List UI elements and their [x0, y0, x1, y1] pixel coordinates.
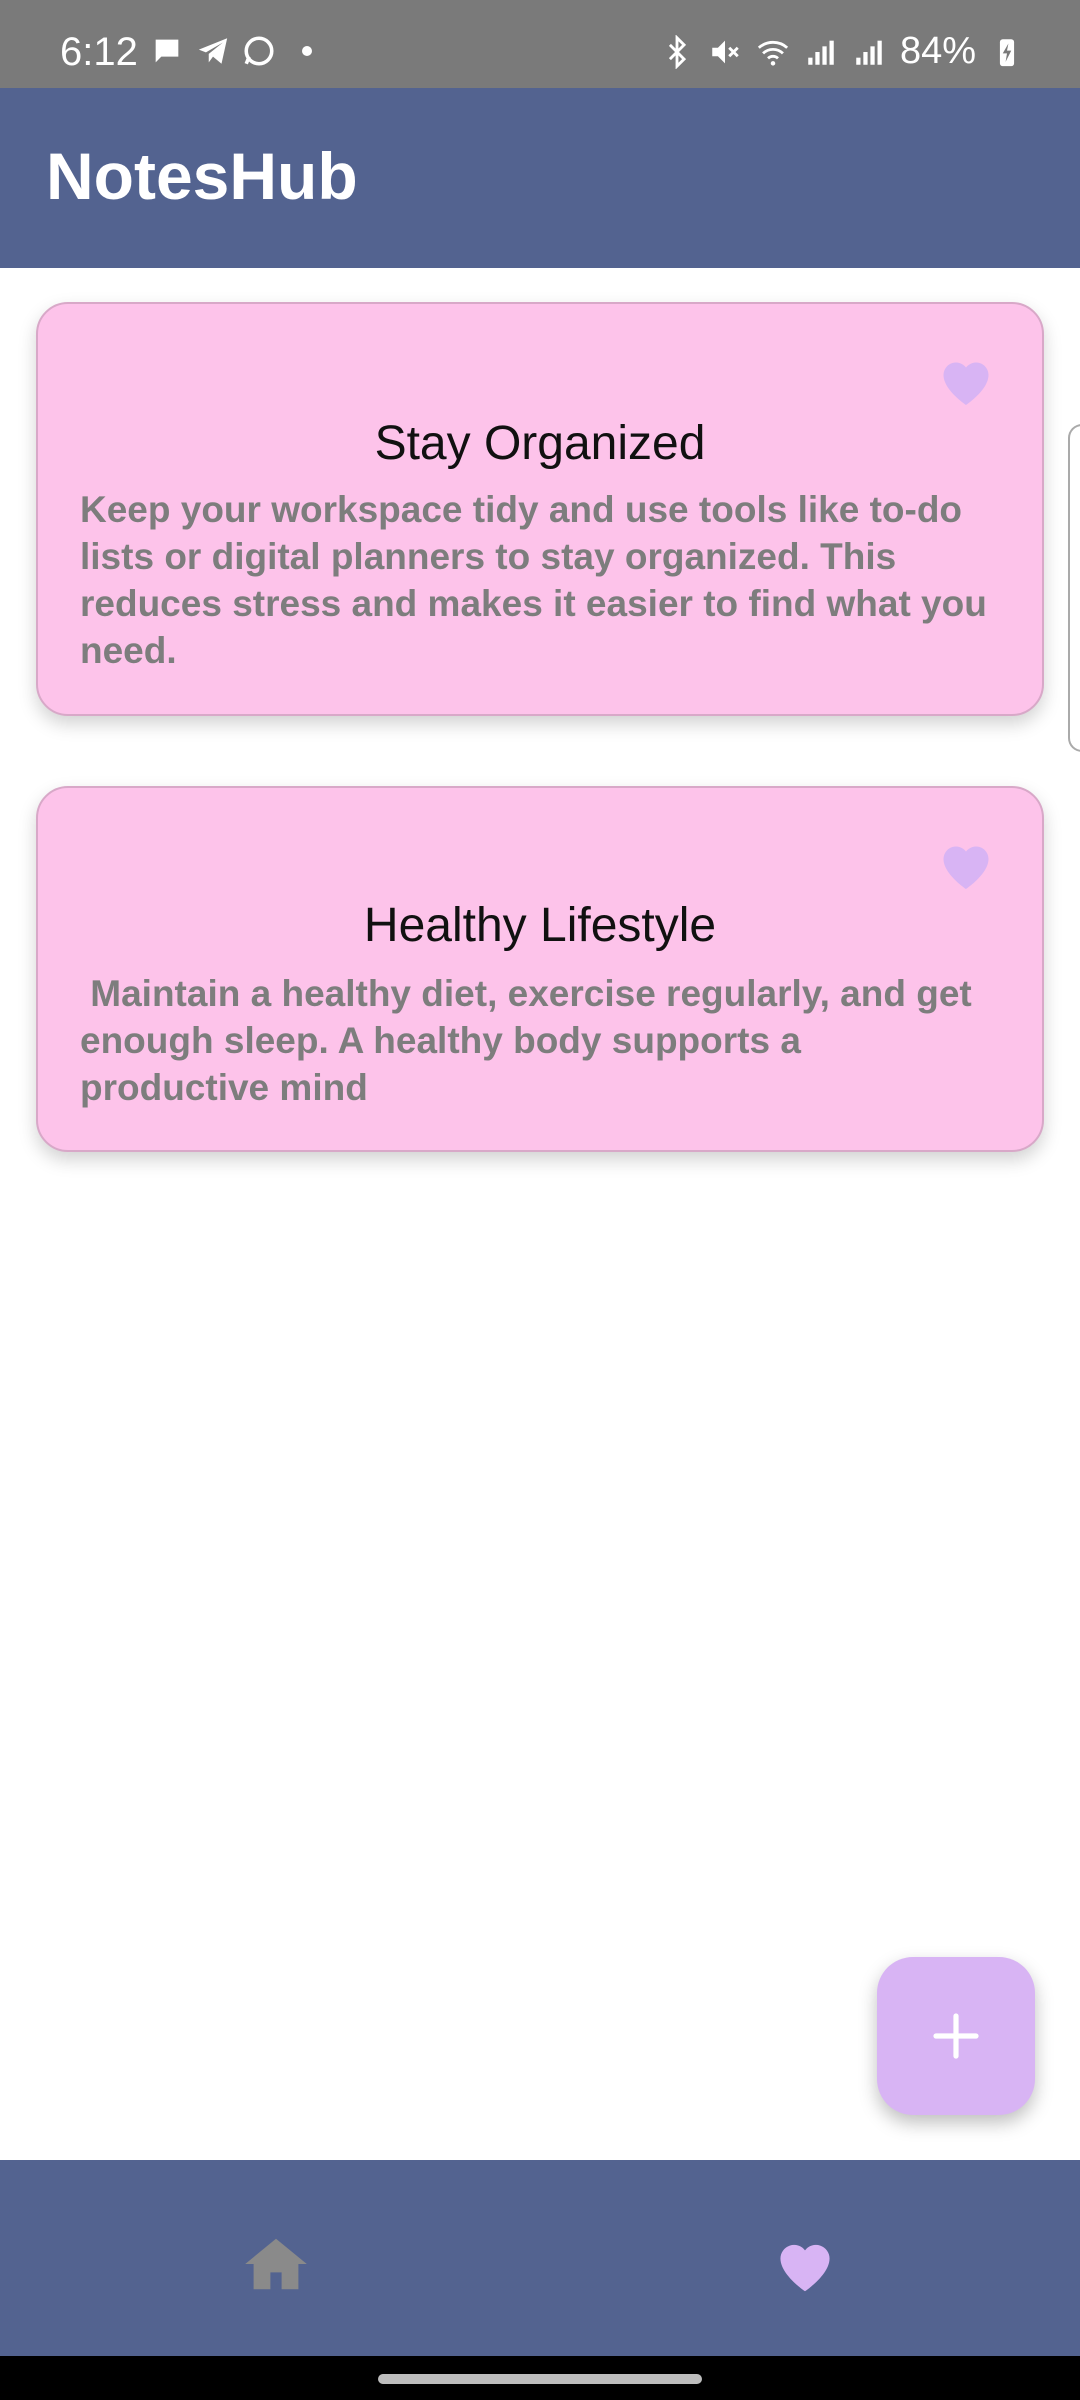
add-note-button[interactable] [877, 1957, 1035, 2115]
home-icon[interactable] [242, 2236, 310, 2292]
whatsapp-icon [244, 36, 274, 66]
note-card[interactable]: Stay Organized Keep your workspace tidy … [36, 302, 1044, 716]
bottom-navigation [0, 2160, 1080, 2356]
wifi-icon [757, 40, 789, 66]
plus-icon [933, 2013, 979, 2059]
note-title: Healthy Lifestyle [363, 899, 717, 952]
app-title: NotesHub [46, 139, 358, 213]
heart-icon[interactable] [936, 352, 996, 408]
status-bar: 6:12 84% [0, 0, 1080, 88]
message-icon [155, 39, 179, 63]
battery-percent: 84% [899, 30, 976, 72]
telegram-icon [198, 38, 228, 64]
side-panel-handle[interactable] [1068, 424, 1080, 752]
signal-lte1-icon [808, 40, 834, 65]
heart-icon[interactable] [936, 836, 996, 892]
notification-icons [150, 34, 312, 68]
heart-icon[interactable] [772, 2234, 838, 2294]
status-time: 6:12 [60, 30, 138, 74]
system-navigation-bar [0, 2356, 1080, 2400]
bluetooth-icon [668, 34, 687, 69]
more-notifications-dot [302, 46, 312, 56]
mute-icon [712, 40, 739, 63]
note-body: Keep your workspace tidy and use tools l… [80, 489, 998, 671]
system-status-icons: 84% [660, 30, 1024, 73]
signal-lte2-icon [856, 40, 882, 65]
app-bar: NotesHub [0, 88, 1080, 268]
note-title: Stay Organized [374, 417, 706, 470]
note-card[interactable]: Healthy Lifestyle Maintain a healthy die… [36, 786, 1044, 1152]
note-body: Maintain a healthy diet, exercise regula… [80, 973, 983, 1108]
battery-charging-icon [999, 38, 1015, 66]
home-gesture-bar[interactable] [378, 2374, 702, 2384]
